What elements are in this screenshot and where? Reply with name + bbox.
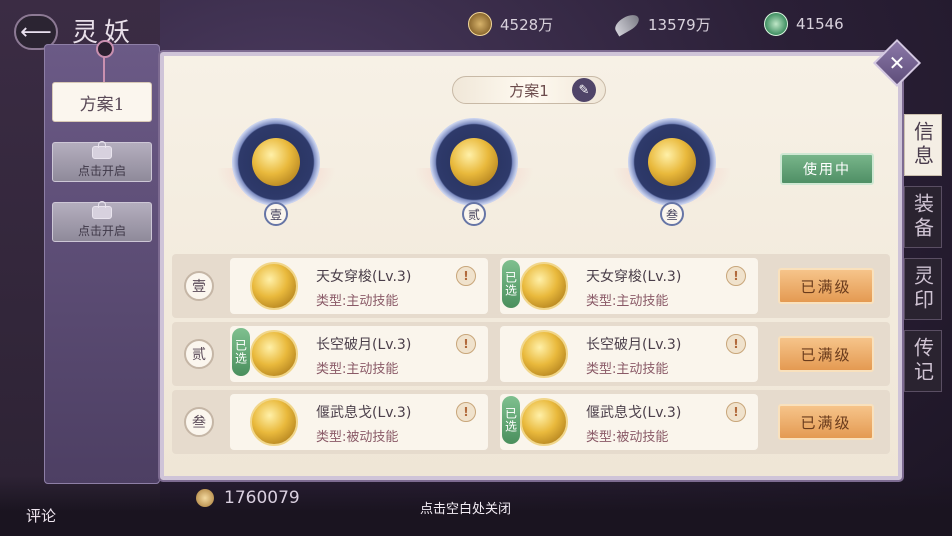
skill-option-card[interactable]: 天女穿梭(Lv.3) 类型:主动技能 ! [230, 258, 488, 314]
info-icon[interactable]: ! [726, 402, 746, 422]
row-number: 叁 [184, 407, 214, 437]
plan-tab-label: 点击开启 [77, 223, 126, 238]
currency-jade-value: 41546 [796, 15, 844, 33]
close-icon[interactable]: ✕ [880, 46, 914, 80]
currency-copper: 4528万 [468, 12, 553, 36]
skill-icon-cease-arms [648, 138, 696, 186]
brush-icon: ✎ [578, 82, 590, 98]
selected-badge: 已选 [232, 328, 250, 376]
max-level-button[interactable]: 已满级 [778, 404, 874, 440]
jade-icon [764, 12, 788, 36]
resource-value: 1760079 [224, 488, 300, 508]
info-icon[interactable]: ! [456, 402, 476, 422]
in-use-button[interactable]: 使用中 [780, 153, 874, 185]
skill-icon [520, 262, 568, 310]
selected-badge: 已选 [502, 260, 520, 308]
edit-plan-name-button[interactable]: ✎ [572, 78, 596, 102]
plan-tab-label: 点击开启 [77, 163, 126, 178]
lock-icon [92, 140, 112, 159]
plan-tab-2[interactable]: 点击开启 [52, 140, 152, 182]
selected-badge: 已选 [502, 396, 520, 444]
plan-name: 方案1 [509, 81, 549, 100]
plan-tab-3[interactable]: 点击开启 [52, 200, 152, 242]
slot-number: 壹 [264, 202, 288, 226]
feather-icon [612, 11, 642, 37]
currency-jade: 41546 [764, 12, 844, 36]
skill-name: 偃武息戈(Lv.3) [586, 405, 682, 421]
skill-name: 长空破月(Lv.3) [316, 337, 412, 353]
skill-icon-heavenly-shuttle [252, 138, 300, 186]
info-icon[interactable]: ! [726, 334, 746, 354]
currency-copper-value: 4528万 [500, 15, 554, 34]
plan-tab-1[interactable]: 方案1 [52, 82, 152, 122]
skill-option-card-selected[interactable]: 已选 偃武息戈(Lv.3) 类型:被动技能 ! [500, 394, 758, 450]
skill-icon-moon-break [450, 138, 498, 186]
row-number: 贰 [184, 339, 214, 369]
skill-option-card-selected[interactable]: 已选 天女穿梭(Lv.3) 类型:主动技能 ! [500, 258, 758, 314]
info-icon[interactable]: ! [456, 266, 476, 286]
row-number: 壹 [184, 271, 214, 301]
skill-row-3: 叁 偃武息戈(Lv.3) 类型:被动技能 ! 已选 偃武息戈(Lv.3) 类型:… [172, 390, 890, 454]
skill-type: 类型:主动技能 [316, 294, 399, 309]
currency-feather-value: 13579万 [648, 15, 711, 34]
tab-equipment[interactable]: 装备 [904, 186, 942, 248]
currency-feather: 13579万 [612, 11, 711, 37]
skill-type: 类型:被动技能 [316, 430, 399, 445]
info-icon[interactable]: ! [726, 266, 746, 286]
slot-number: 叁 [660, 202, 684, 226]
skill-slot-2[interactable]: 贰 [414, 118, 534, 230]
skill-type: 类型:被动技能 [586, 430, 669, 445]
bottom-resource: 1760079 [196, 488, 300, 508]
skill-name: 偃武息戈(Lv.3) [316, 405, 412, 421]
close-hint[interactable]: 点击空白处关闭 [420, 498, 511, 517]
pin-icon [96, 40, 114, 58]
skill-icon [250, 330, 298, 378]
max-level-button[interactable]: 已满级 [778, 336, 874, 372]
skill-icon [250, 262, 298, 310]
skill-name: 长空破月(Lv.3) [586, 337, 682, 353]
skill-option-card[interactable]: 长空破月(Lv.3) 类型:主动技能 ! [500, 326, 758, 382]
tab-spirit-seal[interactable]: 灵印 [904, 258, 942, 320]
back-arrow-icon: ⟵ [20, 19, 52, 45]
resource-icon [196, 489, 214, 507]
skill-row-2: 贰 已选 长空破月(Lv.3) 类型:主动技能 ! 长空破月(Lv.3) 类型:… [172, 322, 890, 386]
skill-icon [520, 330, 568, 378]
copper-coin-icon [468, 12, 492, 36]
tab-info[interactable]: 信息 [904, 114, 942, 176]
skill-type: 类型:主动技能 [586, 362, 669, 377]
slot-number: 贰 [462, 202, 486, 226]
skill-option-card[interactable]: 偃武息戈(Lv.3) 类型:被动技能 ! [230, 394, 488, 450]
comment-button[interactable]: 评论 [18, 480, 64, 526]
skill-name: 天女穿梭(Lv.3) [316, 269, 412, 285]
tab-biography[interactable]: 传记 [904, 330, 942, 392]
lock-icon [92, 200, 112, 219]
skill-icon [250, 398, 298, 446]
skill-option-card-selected[interactable]: 已选 长空破月(Lv.3) 类型:主动技能 ! [230, 326, 488, 382]
info-icon[interactable]: ! [456, 334, 476, 354]
plan-tab-label: 方案1 [79, 94, 125, 115]
skill-icon [520, 398, 568, 446]
skill-type: 类型:主动技能 [586, 294, 669, 309]
skill-slot-3[interactable]: 叁 [612, 118, 732, 230]
skill-type: 类型:主动技能 [316, 362, 399, 377]
skill-row-1: 壹 天女穿梭(Lv.3) 类型:主动技能 ! 已选 天女穿梭(Lv.3) 类型:… [172, 254, 890, 318]
skill-name: 天女穿梭(Lv.3) [586, 269, 682, 285]
skill-slot-1[interactable]: 壹 [216, 118, 336, 230]
max-level-button[interactable]: 已满级 [778, 268, 874, 304]
